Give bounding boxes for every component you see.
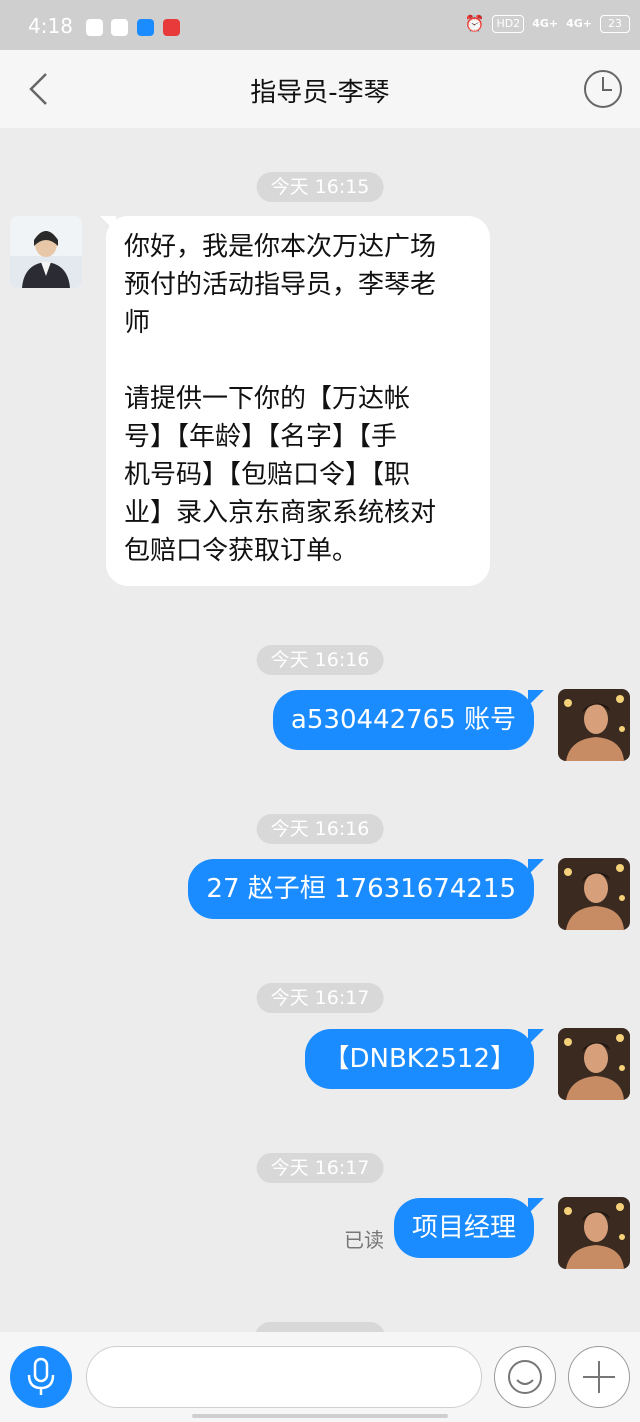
history-button[interactable] <box>582 68 624 110</box>
red-app-notification-icon <box>163 19 180 36</box>
self-avatar[interactable] <box>558 1197 630 1269</box>
status-bar: 4:18 ⏰ HD2 4G+ 4G+ 23 <box>0 0 640 50</box>
microphone-icon <box>27 1357 55 1395</box>
alarm-icon: ⏰ <box>464 14 485 33</box>
more-button[interactable] <box>568 1346 630 1408</box>
self-avatar[interactable] <box>558 1028 630 1100</box>
self-avatar[interactable] <box>558 689 630 761</box>
contact-avatar[interactable] <box>10 216 82 288</box>
message-timestamp: 今天 16:17 <box>256 1153 384 1183</box>
self-avatar-image <box>558 858 630 930</box>
contact-avatar-image <box>10 216 82 288</box>
message-timestamp-partial <box>255 1322 385 1332</box>
message-timestamp: 今天 16:16 <box>256 814 384 844</box>
bubble-tail <box>528 1029 544 1045</box>
network-indicator-2: 4G+ <box>566 17 592 30</box>
self-avatar-image <box>558 1197 630 1269</box>
battery-indicator: 23 <box>600 14 630 33</box>
bubble-tail <box>528 690 544 706</box>
read-status: 已读 <box>344 1228 384 1252</box>
message-bubble-outgoing[interactable]: 项目经理 <box>393 1198 534 1258</box>
chat-header: 指导员-李琴 <box>0 50 640 128</box>
home-indicator[interactable] <box>192 1414 448 1418</box>
message-timestamp: 今天 16:15 <box>256 172 384 202</box>
message-bubble-outgoing[interactable]: a530442765 账号 <box>272 690 534 750</box>
voice-button[interactable] <box>10 1346 72 1408</box>
message-timestamp: 今天 16:16 <box>256 645 384 675</box>
smiley-icon <box>508 1360 542 1394</box>
bubble-tail <box>528 1198 544 1214</box>
self-avatar-image <box>558 689 630 761</box>
status-time: 4:18 <box>28 14 73 38</box>
self-avatar-image <box>558 1028 630 1100</box>
emoji-button[interactable] <box>494 1346 556 1408</box>
plus-icon <box>583 1361 615 1393</box>
app-notification-icon <box>86 19 103 36</box>
page-title: 指导员-李琴 <box>250 78 390 108</box>
input-bar <box>0 1332 640 1422</box>
message-timestamp: 今天 16:17 <box>256 983 384 1013</box>
clock-icon <box>584 70 622 108</box>
broadcast-notification-icon <box>137 19 154 36</box>
self-avatar[interactable] <box>558 858 630 930</box>
bubble-tail <box>528 859 544 875</box>
message-bubble-outgoing[interactable]: 27 赵子桓 17631674215 <box>188 859 534 919</box>
message-bubble-outgoing[interactable]: 【DNBK2512】 <box>305 1029 534 1089</box>
message-bubble-incoming[interactable]: 你好，我是你本次万达广场 预付的活动指导员，李琴老 师 请提供一下你的【万达帐 … <box>106 216 490 586</box>
status-indicators: ⏰ HD2 4G+ 4G+ 23 <box>465 14 630 33</box>
message-input[interactable] <box>86 1346 482 1408</box>
network-indicator-1: 4G+ <box>532 17 559 30</box>
message-notification-icon <box>111 19 128 36</box>
chat-messages[interactable]: 今天 16:15 你好，我是你本次万达广场 预付的活动指导员，李琴老 师 请提供… <box>0 128 640 1332</box>
hd-badge: HD2 <box>492 14 525 33</box>
